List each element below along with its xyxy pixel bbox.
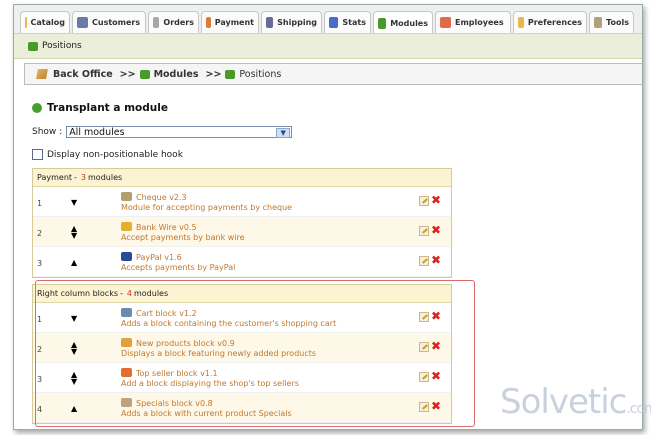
watermark-logo: Solvetic.com [500, 382, 651, 422]
page-title: Transplant a module [32, 102, 168, 114]
tools-icon [594, 17, 603, 28]
hook-count: 3 [80, 173, 87, 182]
payment-hook-panel: Payment - 3 modules 1 ▼ Cheque v2.3 Module … [32, 168, 452, 278]
tab-label: Orders [163, 18, 194, 27]
tab-label: Customers [92, 18, 141, 27]
non-positionable-checkbox[interactable] [32, 149, 43, 160]
customers-icon [77, 17, 88, 28]
module-position: 3 [37, 259, 43, 268]
sub-tab-bar: Positions [14, 33, 642, 59]
move-arrows-icon[interactable]: ▲ [71, 259, 77, 267]
show-filter: Show : All modules ▼ [32, 126, 293, 138]
tab-orders[interactable]: Orders [148, 11, 199, 33]
delete-icon[interactable]: ✖ [431, 223, 441, 237]
tab-label: Shipping [277, 18, 317, 27]
breadcrumb: Back Office >> Modules >> Positions [24, 63, 642, 85]
folder-icon [25, 17, 27, 28]
modules-icon [139, 69, 150, 79]
tab-label: Modules [390, 18, 428, 28]
non-positionable-option[interactable]: Display non-positionable hook [32, 149, 183, 160]
modules-icon [378, 17, 387, 29]
tab-label: Preferences [527, 18, 582, 27]
module-position: 2 [37, 229, 43, 238]
tab-customers[interactable]: Customers [72, 11, 146, 33]
positions-icon [28, 41, 38, 51]
module-name-text: Bank Wire v0.5 [136, 223, 197, 232]
employees-icon [440, 17, 451, 28]
tab-tools[interactable]: Tools [589, 11, 634, 33]
hook-count-suffix: modules [88, 173, 123, 182]
subtab-positions[interactable]: Positions [42, 41, 82, 51]
edit-icon[interactable] [419, 226, 429, 236]
module-name: Bank Wire v0.5 [121, 222, 197, 232]
page-title-text: Transplant a module [47, 102, 168, 114]
highlight-box [35, 280, 475, 427]
module-row[interactable]: 3 ▲ PayPal v1.6 Accepts payments by PayPal ✖ [33, 247, 451, 277]
tab-label: Tools [606, 18, 629, 27]
add-icon [32, 103, 42, 113]
show-label: Show : [32, 127, 63, 137]
tab-label: Payment [214, 18, 254, 27]
module-filter-value: All modules [69, 126, 125, 138]
main-tab-bar: Catalog Customers Orders Payment Shipping Sta… [14, 5, 642, 34]
breadcrumb-separator: >> [205, 68, 222, 80]
module-description: Accepts payments by PayPal [121, 263, 236, 272]
payment-icon [206, 17, 211, 28]
delete-icon[interactable]: ✖ [431, 253, 441, 267]
module-filter-select[interactable]: All modules ▼ [66, 126, 293, 138]
tab-preferences[interactable]: Preferences [513, 11, 587, 33]
hook-title: Payment [37, 173, 73, 182]
tab-employees[interactable]: Employees [435, 11, 511, 33]
module-name: Cheque v2.3 [121, 192, 187, 202]
watermark-brand: Solvetic [500, 382, 627, 422]
edit-icon[interactable] [419, 196, 429, 206]
edit-icon[interactable] [419, 256, 429, 266]
module-description: Accept payments by bank wire [121, 233, 245, 242]
module-row[interactable]: 1 ▼ Cheque v2.3 Module for accepting paymen… [33, 187, 451, 217]
breadcrumb-separator: >> [119, 68, 136, 80]
breadcrumb-current: Positions [239, 68, 282, 80]
module-name-text: PayPal v1.6 [136, 253, 182, 262]
payment-hook-header: Payment - 3 modules [33, 169, 451, 187]
move-arrows-icon[interactable]: ▼ [71, 199, 77, 207]
watermark-domain: .com [626, 401, 651, 417]
tab-modules[interactable]: Modules [373, 11, 433, 34]
module-icon [121, 222, 132, 231]
breadcrumb-root[interactable]: Back Office [53, 69, 113, 80]
hook-separator: - [74, 173, 77, 182]
module-icon [121, 192, 132, 201]
tab-label: Catalog [30, 18, 65, 27]
tab-payment[interactable]: Payment [201, 11, 259, 33]
positions-icon [225, 69, 236, 79]
chevron-down-icon[interactable]: ▼ [276, 128, 291, 138]
module-row[interactable]: 2 ▲ ▼ Bank Wire v0.5 Accept payments by bank… [33, 217, 451, 247]
delete-icon[interactable]: ✖ [431, 193, 441, 207]
pencil-icon [36, 69, 48, 79]
preferences-icon [518, 17, 524, 28]
module-icon [121, 252, 132, 261]
stats-icon [329, 17, 339, 28]
tab-catalog[interactable]: Catalog [20, 11, 70, 33]
move-arrows-icon[interactable]: ▲ ▼ [71, 225, 77, 240]
orders-icon [153, 17, 160, 28]
app-window: Catalog Customers Orders Payment Shipping Sta… [13, 4, 643, 430]
shipping-icon [266, 17, 274, 28]
breadcrumb-modules[interactable]: Modules [154, 69, 199, 80]
checkbox-label: Display non-positionable hook [47, 149, 183, 160]
module-description: Module for accepting payments by cheque [121, 203, 293, 212]
tab-label: Employees [455, 18, 504, 27]
tab-label: Stats [342, 18, 366, 27]
tab-shipping[interactable]: Shipping [261, 11, 322, 33]
module-name-text: Cheque v2.3 [136, 193, 187, 202]
module-position: 1 [37, 199, 43, 208]
module-name: PayPal v1.6 [121, 252, 182, 262]
tab-stats[interactable]: Stats [324, 11, 371, 33]
